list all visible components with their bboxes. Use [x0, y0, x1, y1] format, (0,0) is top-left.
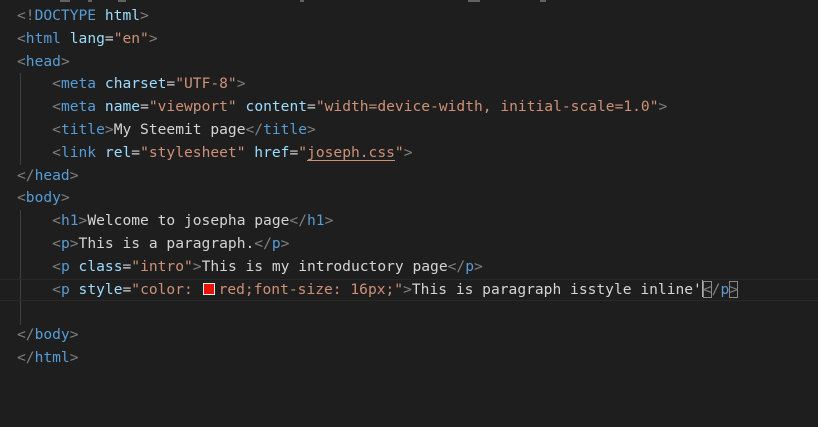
css-file-link[interactable]: joseph.css	[307, 144, 395, 161]
code-line[interactable]: <p class="intro">This is my introductory…	[0, 256, 818, 279]
code-line[interactable]: <title>My Steemit page</title>	[0, 119, 818, 142]
color-swatch-icon[interactable]	[202, 282, 215, 295]
code-line[interactable]: <meta charset="UTF-8">	[0, 73, 818, 96]
code-editor[interactable]: <!DOCTYPE html> <html lang="en"> <head> …	[0, 0, 818, 427]
code-line[interactable]: </html>	[0, 347, 818, 370]
code-line[interactable]: </body>	[0, 324, 818, 347]
code-line[interactable]: <link rel="stylesheet" href="joseph.css"…	[0, 142, 818, 165]
current-code-line[interactable]: <p style="color: red;font-size: 16px;">T…	[0, 278, 818, 302]
bracket-match-close: >	[729, 280, 739, 298]
code-line[interactable]: <h1>Welcome to josepha page</h1>	[0, 210, 818, 233]
code-line[interactable]: </head>	[0, 165, 818, 188]
bracket-match-open: <	[702, 280, 712, 298]
code-line-empty[interactable]	[0, 301, 818, 324]
previous-line-fragment	[0, 0, 818, 4]
code-line[interactable]: <html lang="en">	[0, 28, 818, 51]
code-line[interactable]: <head>	[0, 51, 818, 74]
code-line[interactable]: <body>	[0, 187, 818, 210]
code-line[interactable]: <!DOCTYPE html>	[0, 5, 818, 28]
code-line[interactable]: <meta name="viewport" content="width=dev…	[0, 96, 818, 119]
code-line[interactable]: <p>This is a paragraph.</p>	[0, 233, 818, 256]
